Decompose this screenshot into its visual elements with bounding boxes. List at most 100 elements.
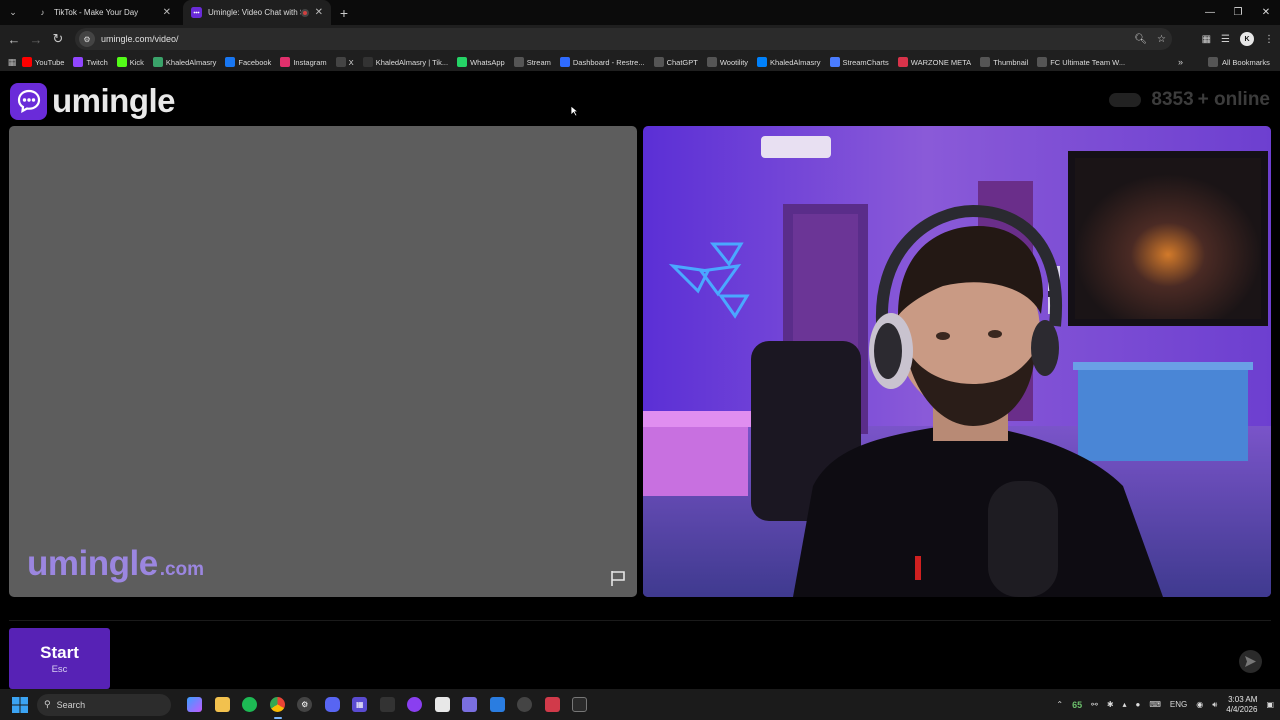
volume-icon[interactable]: 🔊︎ — [1212, 700, 1217, 710]
restore-icon[interactable]: ❐ — [1224, 0, 1252, 25]
ea-icon — [1037, 57, 1048, 67]
start-label: Start — [40, 642, 79, 662]
bookmark-label: Instagram — [293, 57, 327, 67]
tab-search-button[interactable]: ⌄ — [3, 3, 23, 23]
taskbar-search[interactable]: ⚲ Search — [37, 693, 171, 716]
taskbar-app-last[interactable] — [566, 689, 594, 720]
taskbar-grid-app[interactable]: ▦ — [346, 689, 374, 720]
gear-icon: ⚙ — [297, 697, 313, 712]
taskbar-app-dark[interactable] — [374, 689, 402, 720]
chevron-down-icon: ⌄ — [9, 7, 17, 17]
bookmark-label: FC Ultimate Team W... — [1050, 57, 1126, 67]
bookmark-item[interactable]: Instagram — [280, 57, 327, 67]
bookmark-item[interactable]: StreamCharts — [829, 57, 889, 67]
twitch-icon — [73, 57, 84, 67]
menu-icon[interactable]: ⋮ — [1264, 34, 1274, 45]
chat-bubble-icon — [10, 82, 47, 120]
chrome-icon — [269, 697, 285, 712]
recording-indicator-icon — [300, 8, 309, 17]
media-control-icon[interactable]: ☰ — [1221, 34, 1230, 45]
taskbar-spotify[interactable] — [236, 689, 264, 720]
windows-taskbar: ⚲ Search ⚙ ▦ ⌃ 65 ⚯ ✱ ▴ ● ⌨ ENG ◉ 🔊︎ 3:0… — [0, 689, 1280, 720]
new-tab-button[interactable]: + — [333, 5, 355, 21]
umingle-icon — [191, 7, 202, 18]
bookmark-label: YouTube — [35, 57, 65, 67]
taskbar-app-settings[interactable]: ⚙ — [291, 689, 319, 720]
minimize-icon[interactable]: — — [1196, 0, 1224, 25]
bookmark-item[interactable]: YouTube — [22, 57, 64, 67]
facebook-icon — [225, 57, 236, 67]
taskbar-valorant[interactable] — [539, 689, 567, 720]
webcam-feed-image — [643, 126, 1271, 597]
apps-grid-icon[interactable]: ▦ — [2, 57, 22, 68]
close-window-icon[interactable]: ✕ — [1252, 0, 1280, 25]
taskbar-xbox[interactable] — [456, 689, 484, 720]
tab-umingle[interactable]: Umingle: Video Chat with S ✕ — [183, 0, 331, 25]
taskbar-copilot[interactable] — [181, 689, 209, 720]
send-arrow-icon — [1245, 656, 1256, 667]
taskbar-chrome[interactable] — [264, 689, 292, 720]
all-bookmarks-button[interactable]: All Bookmarks — [1208, 53, 1270, 71]
zoom-icon[interactable]: 🔍︎ — [1134, 34, 1147, 45]
forward-icon[interactable]: → — [25, 32, 47, 47]
taskbar-store[interactable] — [429, 689, 457, 720]
bookmark-item[interactable]: ChatGPT — [653, 57, 698, 67]
bookmark-item[interactable]: X — [335, 57, 354, 67]
bookmark-star-icon[interactable]: ☆ — [1157, 34, 1166, 45]
video-downloader-icon — [517, 697, 533, 712]
site-logo[interactable]: umingle — [10, 82, 176, 120]
back-icon[interactable]: ← — [3, 32, 25, 47]
microphone-icon[interactable]: ● — [1136, 700, 1141, 709]
controller-icon[interactable]: ▴ — [1123, 700, 1127, 709]
notifications-icon[interactable]: ▣ — [1266, 700, 1274, 709]
language-indicator[interactable]: ENG — [1170, 700, 1187, 709]
online-toggle[interactable] — [1109, 93, 1142, 107]
report-flag-icon[interactable] — [609, 569, 627, 587]
bookmark-item[interactable]: WARZONE META — [897, 57, 971, 67]
bookmark-item[interactable]: FC Ultimate Team W... — [1037, 57, 1125, 67]
bookmark-item[interactable]: Wootility — [706, 57, 748, 67]
bookmarks-bar: ▦ YouTube Twitch Kick KhaledAlmasry Facebook… — [0, 53, 1280, 71]
bookmark-item[interactable]: Facebook — [225, 57, 271, 67]
bookmarks-overflow-icon[interactable]: » — [1178, 53, 1183, 71]
chevron-up-icon[interactable]: ⌃ — [1056, 700, 1063, 709]
bookmark-item[interactable]: WhatsApp — [457, 57, 505, 67]
tray-number[interactable]: 65 — [1072, 700, 1082, 710]
address-bar[interactable]: ⚙ umingle.com/video/ 🔍︎ ☆ — [75, 28, 1172, 50]
keyboard-icon[interactable]: ⌨ — [1149, 700, 1161, 709]
bookmark-item[interactable]: Twitch — [73, 57, 108, 67]
taskbar-app-purple[interactable] — [401, 689, 429, 720]
taskbar-discord[interactable] — [319, 689, 347, 720]
spotify-icon — [242, 697, 258, 712]
all-bookmarks-label: All Bookmarks — [1222, 57, 1270, 67]
start-button[interactable]: Start Esc — [9, 628, 110, 689]
logo-text: umingle — [52, 82, 176, 119]
windows-start-icon[interactable] — [9, 694, 31, 716]
send-button[interactable] — [1239, 650, 1262, 673]
wifi-icon[interactable]: ◉ — [1196, 700, 1203, 709]
bookmark-item[interactable]: Kick — [116, 57, 144, 67]
bluetooth-icon[interactable]: ✱ — [1107, 700, 1114, 709]
chatgpt-icon — [653, 57, 664, 67]
reload-icon[interactable]: ↻ — [47, 31, 69, 47]
close-icon[interactable]: ✕ — [315, 7, 323, 18]
bookmark-item[interactable]: Stream — [513, 57, 551, 67]
clock[interactable]: 3:03 AM 4/4/2026 — [1226, 695, 1257, 715]
network-icon[interactable]: ⚯ — [1091, 700, 1098, 709]
taskbar-4k-app[interactable] — [511, 689, 539, 720]
bookmark-item[interactable]: KhaledAlmasry | Tik... — [362, 57, 448, 67]
bookmark-item[interactable]: Dashboard - Restre... — [559, 57, 645, 67]
tab-tiktok[interactable]: ♪ TikTok - Make Your Day ✕ — [29, 0, 179, 25]
bookmark-item[interactable]: Thumbnail — [980, 57, 1028, 67]
close-icon[interactable]: ✕ — [163, 7, 171, 18]
online-label: + online — [1197, 89, 1270, 110]
taskbar-app-blue[interactable] — [484, 689, 512, 720]
stranger-video-panel: umingle .com — [9, 126, 637, 597]
extensions-icon[interactable]: ▦ — [1202, 34, 1211, 45]
bookmark-item[interactable]: KhaledAlmasry — [152, 57, 216, 67]
profile-avatar[interactable]: K — [1240, 32, 1254, 46]
bookmark-item[interactable]: KhaledAlmasry — [757, 57, 821, 67]
site-info-icon[interactable]: ⚙ — [79, 31, 95, 47]
url-text: umingle.com/video/ — [101, 34, 179, 44]
taskbar-file-explorer[interactable] — [209, 689, 237, 720]
